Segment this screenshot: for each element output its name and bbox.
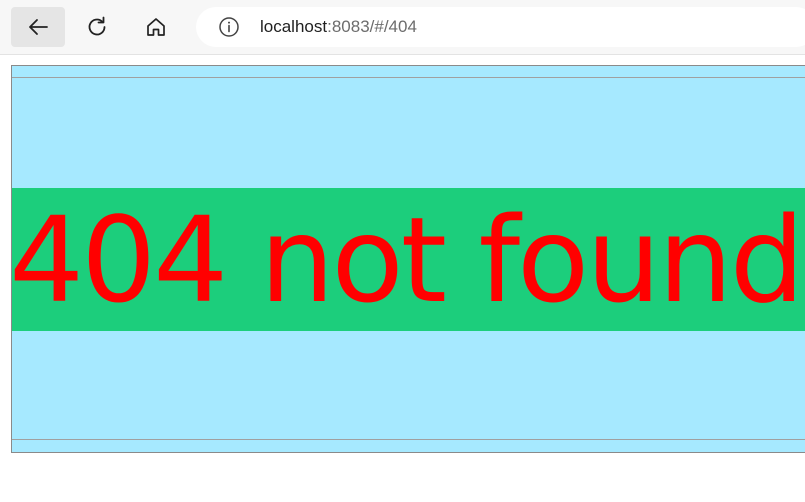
top-divider — [12, 77, 805, 78]
page-content: 404 not found — [11, 65, 805, 453]
reload-icon — [88, 16, 106, 36]
info-icon[interactable] — [218, 16, 240, 38]
error-banner: 404 not found — [12, 188, 805, 331]
error-message: 404 not found — [12, 191, 805, 329]
bottom-divider — [12, 439, 805, 440]
url-path: :8083/#/404 — [327, 17, 417, 36]
home-icon — [147, 18, 165, 36]
url-text[interactable]: localhost:8083/#/404 — [260, 17, 417, 37]
reload-button[interactable] — [70, 7, 124, 47]
home-button[interactable] — [129, 7, 183, 47]
browser-toolbar: localhost:8083/#/404 — [0, 0, 805, 55]
back-button[interactable] — [11, 7, 65, 47]
arrow-left-icon — [29, 19, 48, 35]
url-host: localhost — [260, 17, 328, 36]
address-bar[interactable]: localhost:8083/#/404 — [196, 7, 805, 47]
